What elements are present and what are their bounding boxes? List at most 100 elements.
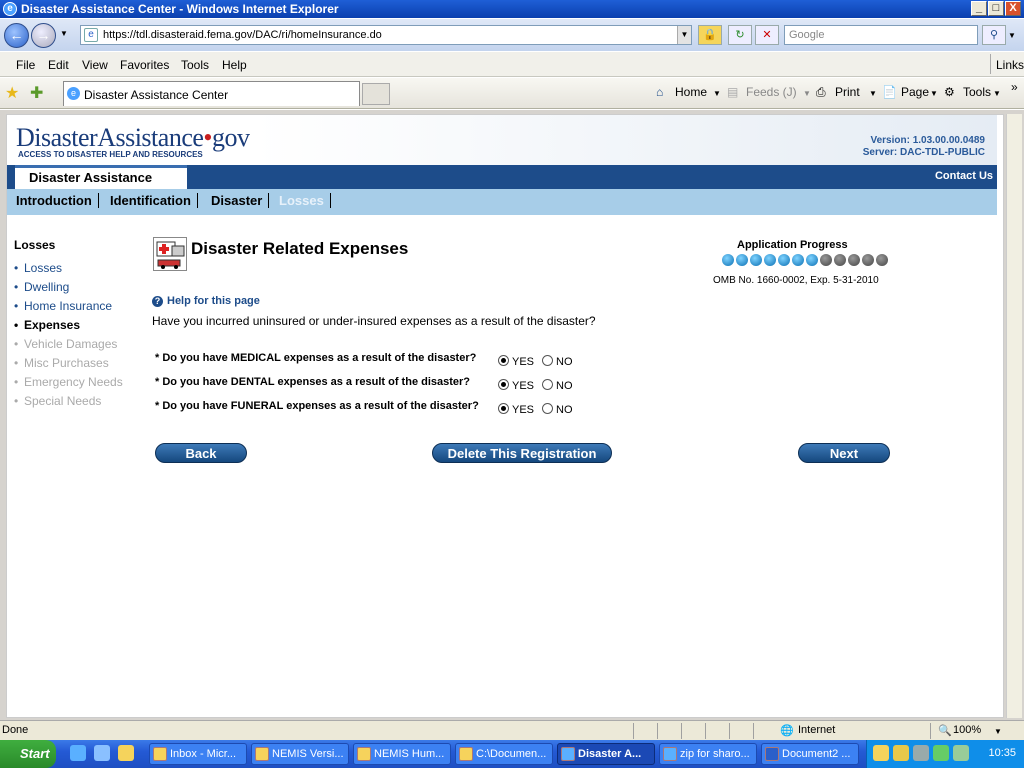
print-dropdown-icon[interactable]: ▼ (869, 89, 877, 98)
refresh-icon[interactable]: ↻ (728, 25, 752, 45)
progress-step-8 (820, 254, 832, 266)
page-button[interactable]: Page (901, 85, 929, 99)
zoom-dropdown-icon[interactable]: ▼ (994, 727, 1002, 736)
tray-network-icon[interactable] (933, 745, 949, 761)
tab-identification[interactable]: Identification (110, 193, 198, 208)
sidebar-item-losses[interactable]: • Losses (14, 261, 62, 275)
quicklaunch-browser-icon[interactable] (94, 745, 110, 761)
print-button[interactable]: Print (835, 85, 860, 99)
maximize-button[interactable]: □ (988, 1, 1004, 16)
sidebar-item-dwelling[interactable]: • Dwelling (14, 280, 69, 294)
tray-update-icon[interactable] (953, 745, 969, 761)
funeral-yes-radio[interactable] (498, 403, 509, 414)
sidebar-item-home-insurance[interactable]: • Home Insurance (14, 299, 112, 313)
medical-yes-option[interactable]: YES (498, 355, 534, 368)
address-dropdown-icon[interactable]: ▼ (677, 26, 691, 44)
ie-icon (663, 747, 677, 761)
zoom-level[interactable]: 100% (953, 724, 981, 736)
funeral-question-label: * Do you have FUNERAL expenses as a resu… (155, 400, 479, 412)
sidebar-item-label: Home Insurance (24, 299, 113, 313)
search-icon[interactable]: ⚲ (982, 25, 1006, 45)
stop-icon[interactable]: ✕ (755, 25, 779, 45)
contact-us-link[interactable]: Contact Us (935, 170, 993, 182)
dental-no-radio[interactable] (542, 379, 553, 390)
taskbar-item-disaster-assistance[interactable]: Disaster A... (557, 743, 655, 765)
bullet: • (14, 337, 19, 351)
menu-file[interactable]: File (16, 58, 35, 72)
medical-no-radio[interactable] (542, 355, 553, 366)
vertical-scrollbar[interactable] (1006, 114, 1022, 718)
progress-step-7 (806, 254, 818, 266)
bullet: • (14, 394, 19, 408)
close-window-button[interactable]: X (1005, 1, 1021, 16)
home-button[interactable]: Home (675, 85, 707, 99)
funeral-no-option[interactable]: NO (542, 403, 573, 416)
menu-view[interactable]: View (82, 58, 108, 72)
quicklaunch-outlook-icon[interactable] (118, 745, 134, 761)
site-logo[interactable]: DisasterAssistance•gov (16, 123, 250, 153)
sidebar-item-label: Losses (24, 261, 63, 275)
next-button[interactable]: Next (798, 443, 890, 463)
taskbar-item-inbox[interactable]: Inbox - Micr... (149, 743, 247, 765)
add-favorite-icon[interactable]: ✚ (30, 83, 43, 103)
progress-step-6 (792, 254, 804, 266)
new-tab-button[interactable] (362, 83, 390, 105)
taskbar-item-document2[interactable]: Document2 ... (761, 743, 859, 765)
chevron-more-icon[interactable]: » (1011, 80, 1018, 94)
taskbar-item-nemis-hum[interactable]: NEMIS Hum... (353, 743, 451, 765)
tray-outlook-icon[interactable] (873, 745, 889, 761)
taskbar-item-zip[interactable]: zip for sharo... (659, 743, 757, 765)
tools-button[interactable]: Tools (963, 85, 991, 99)
menu-favorites[interactable]: Favorites (120, 58, 169, 72)
delete-registration-button[interactable]: Delete This Registration (432, 443, 612, 463)
folder-icon (459, 747, 473, 761)
favorites-star-icon[interactable]: ★ (5, 83, 19, 103)
feeds-dropdown-icon[interactable]: ▼ (803, 89, 811, 98)
status-text: Done (2, 724, 29, 736)
links-button[interactable]: Links (996, 58, 1024, 72)
medical-no-option[interactable]: NO (542, 355, 573, 368)
menu-help[interactable]: Help (222, 58, 247, 72)
outlook-icon (153, 747, 167, 761)
status-divider (657, 723, 658, 739)
sidebar-item-misc-purchases: • Misc Purchases (14, 356, 109, 370)
home-icon: ⌂ (656, 85, 664, 99)
tab-losses[interactable]: Losses (279, 193, 331, 208)
forward-arrow-icon[interactable]: → (31, 23, 56, 48)
menu-tools[interactable]: Tools (181, 58, 209, 72)
taskbar-item-documents[interactable]: C:\Documen... (455, 743, 553, 765)
home-dropdown-icon[interactable]: ▼ (713, 89, 721, 98)
tools-dropdown-icon[interactable]: ▼ (993, 89, 1001, 98)
search-input[interactable]: Google (784, 25, 978, 45)
history-dropdown-icon[interactable]: ▼ (60, 29, 68, 38)
funeral-yes-option[interactable]: YES (498, 403, 534, 416)
dental-no-option[interactable]: NO (542, 379, 573, 392)
step-tabs: Introduction Identification Disaster Los… (7, 189, 997, 215)
funeral-no-radio[interactable] (542, 403, 553, 414)
menu-divider (990, 54, 991, 74)
back-button[interactable]: Back (155, 443, 247, 463)
back-arrow-icon[interactable]: ← (4, 23, 29, 48)
tab-introduction[interactable]: Introduction (16, 193, 99, 208)
medical-yes-radio[interactable] (498, 355, 509, 366)
tray-shield-icon[interactable] (893, 745, 909, 761)
start-button[interactable]: Start (0, 740, 56, 768)
lock-icon[interactable]: 🔒 (698, 25, 722, 45)
page-icon: 📄 (882, 85, 897, 99)
page-title: Disaster Related Expenses (191, 239, 409, 258)
minimize-button[interactable]: _ (971, 1, 987, 16)
menu-edit[interactable]: Edit (48, 58, 69, 72)
tab-disaster-assistance-center[interactable]: e Disaster Assistance Center (63, 81, 360, 106)
quicklaunch-ie-icon[interactable] (70, 745, 86, 761)
section-tab: Disaster Assistance (15, 165, 187, 189)
taskbar-item-nemis-version[interactable]: NEMIS Versi... (251, 743, 349, 765)
dental-yes-option[interactable]: YES (498, 379, 534, 392)
tray-speaker-icon[interactable] (913, 745, 929, 761)
tab-disaster[interactable]: Disaster (211, 193, 270, 208)
dental-yes-radio[interactable] (498, 379, 509, 390)
feeds-button[interactable]: Feeds (J) (746, 85, 797, 99)
help-link[interactable]: ? Help for this page (152, 295, 260, 307)
page-dropdown-icon[interactable]: ▼ (930, 89, 938, 98)
search-options-icon[interactable]: ▼ (1008, 31, 1016, 40)
address-bar[interactable]: e https://tdl.disasteraid.fema.gov/DAC/r… (80, 25, 692, 45)
